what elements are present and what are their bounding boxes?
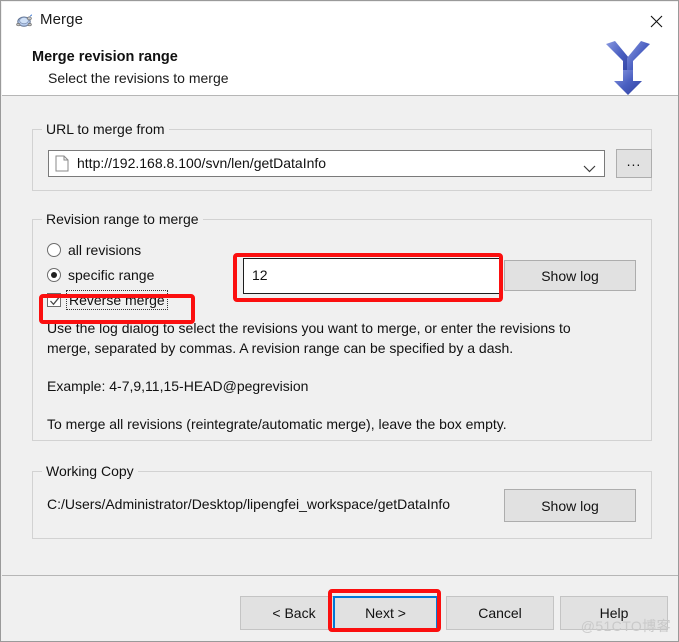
show-log-working-copy-button[interactable]: Show log (504, 489, 636, 522)
radio-specific-range-indicator (47, 268, 61, 282)
radio-specific-range[interactable]: specific range (47, 267, 154, 283)
browse-button[interactable]: ... (616, 149, 652, 178)
radio-all-revisions[interactable]: all revisions (47, 242, 141, 258)
url-value: http://192.168.8.100/svn/len/getDataInfo (77, 155, 327, 171)
radio-specific-range-label: specific range (68, 267, 155, 283)
show-log-revision-label: Show log (541, 267, 599, 284)
url-group-label: URL to merge from (42, 121, 169, 137)
checkbox-reverse-merge-indicator (47, 293, 61, 307)
show-log-revision-button[interactable]: Show log (504, 260, 636, 291)
window-title: Merge (40, 11, 84, 28)
close-icon[interactable] (633, 2, 678, 40)
watermark: @51CTO博客 (580, 618, 671, 634)
url-group: URL to merge from http://192.168.8.100/s… (32, 121, 652, 191)
working-copy-group: Working Copy C:/Users/Administrator/Desk… (32, 463, 652, 539)
merge-arrow-icon (593, 36, 663, 98)
cancel-button-label: Cancel (478, 605, 522, 621)
chevron-down-icon[interactable] (583, 160, 596, 173)
dialog-body: URL to merge from http://192.168.8.100/s… (2, 97, 678, 575)
page-subtitle: Select the revisions to merge (48, 70, 229, 86)
tortoisesvn-turtle-icon (15, 12, 33, 30)
help-text-line-2: merge, separated by commas. A revision r… (47, 340, 514, 356)
document-icon (55, 155, 69, 172)
url-combobox[interactable]: http://192.168.8.100/svn/len/getDataInfo (48, 150, 605, 177)
next-button[interactable]: Next > (333, 596, 438, 630)
revision-range-value: 12 (252, 267, 268, 283)
revision-range-input[interactable]: 12 (243, 258, 501, 294)
cancel-button[interactable]: Cancel (446, 596, 554, 630)
working-copy-path: C:/Users/Administrator/Desktop/lipengfei… (47, 496, 451, 512)
checkbox-reverse-merge-label: Reverse merge (66, 290, 168, 310)
help-text-example: Example: 4-7,9,11,15-HEAD@pegrevision (47, 378, 309, 394)
working-copy-group-label: Working Copy (42, 463, 138, 479)
revision-range-group: Revision range to merge all revisions sp… (32, 211, 652, 441)
radio-all-revisions-indicator (47, 243, 61, 257)
merge-dialog: Merge Merge revision range Select the re… (0, 0, 679, 642)
dialog-header: Merge revision range Select the revision… (2, 40, 678, 96)
help-text-line-1: Use the log dialog to select the revisio… (47, 320, 571, 336)
radio-all-revisions-label: all revisions (68, 242, 142, 258)
back-button[interactable]: < Back (240, 596, 348, 630)
title-bar: Merge (2, 2, 678, 40)
back-button-label: < Back (272, 605, 316, 621)
show-log-working-copy-label: Show log (541, 497, 599, 514)
revision-range-group-label: Revision range to merge (42, 211, 203, 227)
help-text-line-4: To merge all revisions (reintegrate/auto… (47, 416, 507, 432)
page-title: Merge revision range (32, 49, 178, 65)
checkbox-reverse-merge[interactable]: Reverse merge (47, 290, 168, 310)
dialog-footer: < Back Next > Cancel Help @51CTO博客 (2, 575, 678, 641)
next-button-label: Next > (365, 605, 406, 621)
